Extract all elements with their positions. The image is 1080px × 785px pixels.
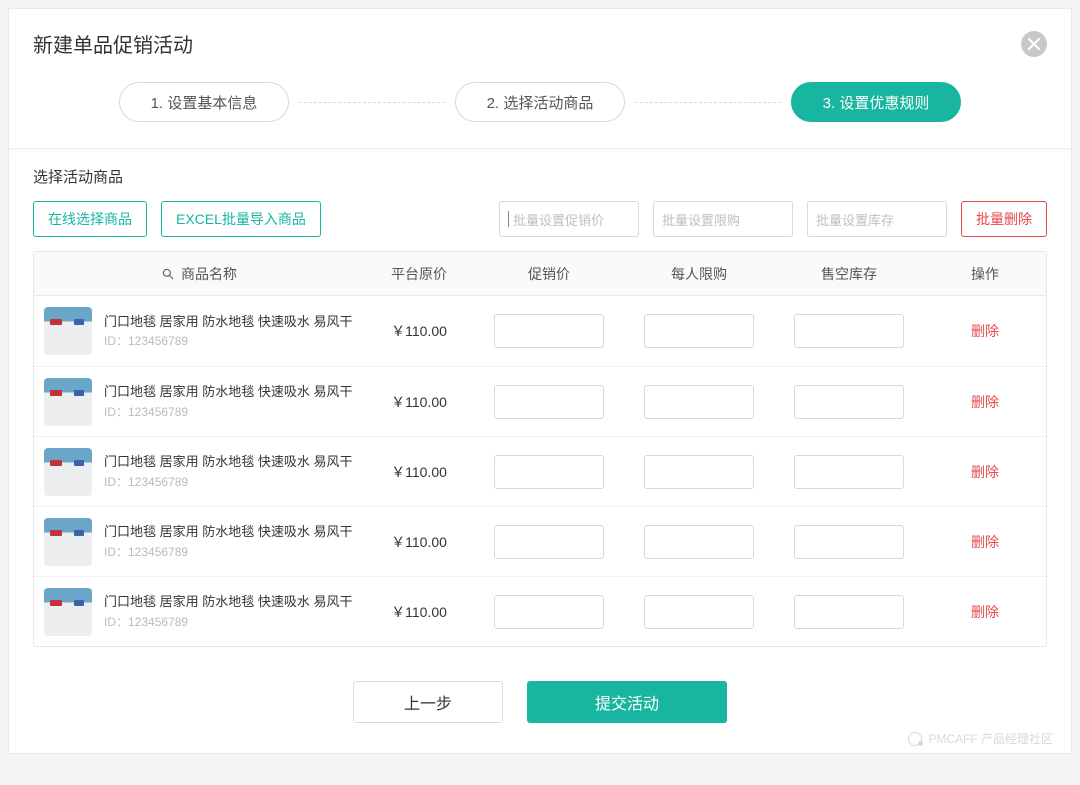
promo-price-input[interactable]	[494, 385, 604, 419]
table-row: 门口地毯 居家用 防水地毯 快速吸水 易风干 ID：123456789 ￥110.0…	[34, 436, 1046, 506]
placeholder: 批量设置库存	[816, 210, 894, 229]
th-promo: 促销价	[474, 264, 624, 284]
step-2[interactable]: 2. 选择活动商品	[455, 82, 625, 122]
platform-price: ￥110.00	[364, 602, 474, 622]
step-line	[299, 102, 445, 103]
product-name: 门口地毯 居家用 防水地毯 快速吸水 易风干	[104, 593, 352, 611]
product-name: 门口地毯 居家用 防水地毯 快速吸水 易风干	[104, 523, 352, 541]
limit-input[interactable]	[644, 385, 754, 419]
text-cursor-icon	[508, 211, 509, 227]
th-limit: 每人限购	[624, 264, 774, 284]
prev-button[interactable]: 上一步	[353, 681, 503, 723]
limit-input[interactable]	[644, 595, 754, 629]
batch-promo-input[interactable]: 批量设置促销价	[499, 201, 639, 237]
excel-import-button[interactable]: EXCEL批量导入商品	[161, 201, 321, 237]
promo-price-input[interactable]	[494, 595, 604, 629]
platform-price: ￥110.00	[364, 392, 474, 412]
product-id: ID：123456789	[104, 543, 352, 560]
product-cell: 门口地毯 居家用 防水地毯 快速吸水 易风干 ID：123456789	[34, 588, 364, 636]
table-header: 商品名称 平台原价 促销价 每人限购 售空库存 操作	[34, 252, 1046, 296]
delete-link[interactable]: 删除	[971, 534, 999, 550]
delete-link[interactable]: 删除	[971, 604, 999, 620]
batch-stock-input[interactable]: 批量设置库存	[807, 201, 947, 237]
product-id: ID：123456789	[104, 473, 352, 490]
stock-input[interactable]	[794, 525, 904, 559]
products-table: 商品名称 平台原价 促销价 每人限购 售空库存 操作 门口地毯 居家用 防水地毯…	[33, 251, 1047, 647]
stock-input[interactable]	[794, 595, 904, 629]
step-3[interactable]: 3. 设置优惠规则	[791, 82, 961, 122]
product-thumbnail	[44, 448, 92, 496]
steps: 1. 设置基本信息 2. 选择活动商品 3. 设置优惠规则	[9, 68, 1071, 148]
platform-price: ￥110.00	[364, 321, 474, 341]
promo-price-input[interactable]	[494, 525, 604, 559]
modal-title: 新建单品促销活动	[33, 29, 193, 58]
toolbar: 在线选择商品 EXCEL批量导入商品 批量设置促销价 批量设置限购 批量设置库存…	[9, 201, 1071, 251]
step-1[interactable]: 1. 设置基本信息	[119, 82, 289, 122]
stock-input[interactable]	[794, 455, 904, 489]
platform-price: ￥110.00	[364, 462, 474, 482]
table-row: 门口地毯 居家用 防水地毯 快速吸水 易风干 ID：123456789 ￥110.0…	[34, 366, 1046, 436]
th-stock: 售空库存	[774, 264, 924, 284]
batch-limit-input[interactable]: 批量设置限购	[653, 201, 793, 237]
section: 选择活动商品	[9, 166, 1071, 187]
promo-price-input[interactable]	[494, 314, 604, 348]
section-divider	[9, 148, 1071, 158]
placeholder: 批量设置限购	[662, 210, 740, 229]
product-cell: 门口地毯 居家用 防水地毯 快速吸水 易风干ID：123456789	[34, 307, 364, 355]
th-name: 商品名称	[34, 264, 364, 284]
search-icon	[161, 267, 175, 281]
table-row: 门口地毯 居家用 防水地毯 快速吸水 易风干 ID：123456789 ￥110.0…	[34, 576, 1046, 646]
modal-header: 新建单品促销活动	[9, 9, 1071, 68]
product-thumbnail	[44, 378, 92, 426]
limit-input[interactable]	[644, 525, 754, 559]
stock-input[interactable]	[794, 314, 904, 348]
limit-input[interactable]	[644, 455, 754, 489]
product-thumbnail	[44, 518, 92, 566]
product-thumbnail	[44, 307, 92, 355]
promotion-modal: 新建单品促销活动 1. 设置基本信息 2. 选择活动商品 3. 设置优惠规则 选…	[8, 8, 1072, 754]
product-id: ID：123456789	[104, 403, 352, 420]
limit-input[interactable]	[644, 314, 754, 348]
product-cell: 门口地毯 居家用 防水地毯 快速吸水 易风干 ID：123456789	[34, 378, 364, 426]
product-name: 门口地毯 居家用 防水地毯 快速吸水 易风干	[104, 453, 352, 471]
stock-input[interactable]	[794, 385, 904, 419]
delete-link[interactable]: 删除	[971, 464, 999, 480]
promo-price-input[interactable]	[494, 455, 604, 489]
delete-link[interactable]: 删除	[971, 323, 999, 339]
product-id: ID：123456789	[104, 332, 352, 349]
batch-delete-button[interactable]: 批量删除	[961, 201, 1047, 237]
product-thumbnail	[44, 588, 92, 636]
placeholder: 批量设置促销价	[513, 210, 604, 229]
platform-price: ￥110.00	[364, 532, 474, 552]
product-name: 门口地毯 居家用 防水地毯 快速吸水 易风干	[104, 383, 352, 401]
select-online-button[interactable]: 在线选择商品	[33, 201, 147, 237]
footer: 上一步 提交活动	[9, 647, 1071, 733]
table-row: 门口地毯 居家用 防水地毯 快速吸水 易风干 ID：123456789 ￥110.0…	[34, 506, 1046, 576]
product-name: 门口地毯 居家用 防水地毯 快速吸水 易风干	[104, 313, 352, 331]
th-price: 平台原价	[364, 264, 474, 284]
close-icon[interactable]	[1021, 31, 1047, 57]
th-op: 操作	[924, 264, 1046, 284]
section-title: 选择活动商品	[33, 166, 1047, 187]
product-cell: 门口地毯 居家用 防水地毯 快速吸水 易风干 ID：123456789	[34, 518, 364, 566]
table-body: 门口地毯 居家用 防水地毯 快速吸水 易风干ID：123456789￥110.0…	[34, 296, 1046, 646]
delete-link[interactable]: 删除	[971, 394, 999, 410]
table-row: 门口地毯 居家用 防水地毯 快速吸水 易风干ID：123456789￥110.0…	[34, 296, 1046, 366]
brand-icon	[908, 732, 922, 746]
product-id: ID：123456789	[104, 613, 352, 630]
product-cell: 门口地毯 居家用 防水地毯 快速吸水 易风干 ID：123456789	[34, 448, 364, 496]
brand-note: PMCAFF 产品经理社区	[908, 730, 1053, 747]
submit-button[interactable]: 提交活动	[527, 681, 727, 723]
step-line	[635, 102, 781, 103]
